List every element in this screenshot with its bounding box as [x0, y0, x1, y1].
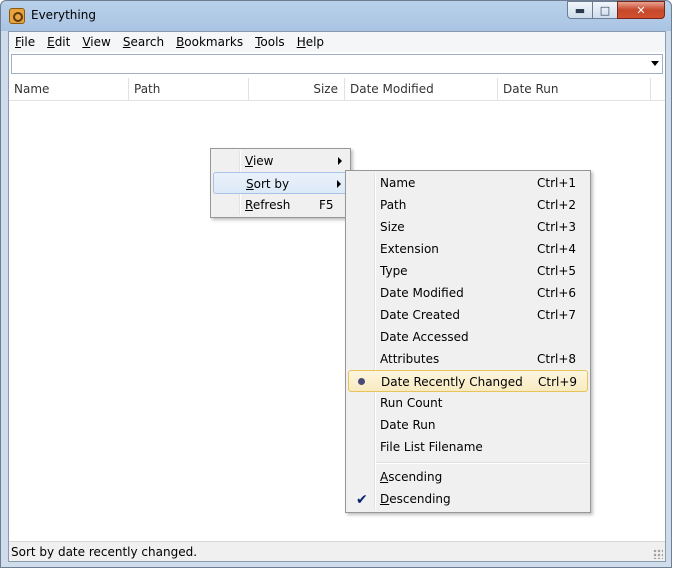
- menu-item-label: Date Modified: [380, 286, 464, 300]
- menu-edit[interactable]: Edit: [41, 32, 76, 52]
- sort-by-submenu: Name Ctrl+1 Path Ctrl+2 Size Ctrl+3 Extension C…: [345, 170, 591, 513]
- sort-menu-item-date-created[interactable]: Date Created Ctrl+7: [348, 304, 588, 326]
- menu-item-shortcut: Ctrl+9: [538, 375, 578, 389]
- title-bar[interactable]: Everything ▬ □ ✕: [1, 1, 673, 31]
- resize-grip-icon[interactable]: [653, 549, 663, 559]
- menu-view[interactable]: View: [76, 32, 116, 52]
- column-path[interactable]: Path: [129, 78, 249, 100]
- menu-item-shortcut: Ctrl+6: [537, 286, 577, 300]
- status-text: Sort by date recently changed.: [11, 545, 198, 559]
- window-title: Everything: [31, 8, 96, 22]
- sort-menu-item-path[interactable]: Path Ctrl+2: [348, 194, 588, 216]
- menu-item-label: Name: [380, 176, 416, 190]
- app-icon[interactable]: [9, 8, 25, 24]
- menu-item-label: Descending: [380, 492, 451, 506]
- menu-item-label: Date Accessed: [380, 330, 469, 344]
- sort-menu-item-date-accessed[interactable]: Date Accessed: [348, 326, 588, 348]
- menu-item-label: Type: [380, 264, 408, 278]
- column-date-modified[interactable]: Date Modified: [345, 78, 498, 100]
- context-menu: View Sort by Refresh F5: [210, 148, 351, 218]
- sort-menu-item-extension[interactable]: Extension Ctrl+4: [348, 238, 588, 260]
- sort-menu-item-name[interactable]: Name Ctrl+1: [348, 172, 588, 194]
- sort-menu-item-descending[interactable]: ✔ Descending: [348, 488, 588, 510]
- menu-item-label: Size: [380, 220, 405, 234]
- menu-separator: [376, 462, 588, 464]
- sort-menu-item-date-run[interactable]: Date Run: [348, 414, 588, 436]
- menu-help[interactable]: Help: [291, 32, 330, 52]
- submenu-arrow-icon: [337, 180, 341, 188]
- menu-item-label: File List Filename: [380, 440, 483, 454]
- menu-item-shortcut: Ctrl+4: [537, 242, 577, 256]
- sort-menu-item-size[interactable]: Size Ctrl+3: [348, 216, 588, 238]
- menu-item-shortcut: Ctrl+8: [537, 352, 577, 366]
- menu-search[interactable]: Search: [117, 32, 170, 52]
- column-date-run[interactable]: Date Run: [498, 78, 651, 100]
- menu-item-label: Run Count: [380, 396, 443, 410]
- sort-menu-item-type[interactable]: Type Ctrl+5: [348, 260, 588, 282]
- sort-menu-item-date-recently-changed[interactable]: Date Recently Changed Ctrl+9: [348, 370, 588, 392]
- status-bar: Sort by date recently changed.: [9, 541, 665, 561]
- chevron-down-icon[interactable]: [651, 61, 659, 66]
- menu-file[interactable]: File: [9, 32, 41, 52]
- maximize-button[interactable]: □: [592, 1, 618, 19]
- menu-bar: File Edit View Search Bookmarks Tools He…: [9, 32, 665, 52]
- menu-item-shortcut: Ctrl+1: [537, 176, 577, 190]
- sort-menu-item-ascending[interactable]: Ascending: [348, 466, 588, 488]
- sort-menu-item-file-list-filename[interactable]: File List Filename: [348, 436, 588, 458]
- minimize-icon: ▬: [574, 3, 586, 17]
- minimize-button[interactable]: ▬: [567, 1, 593, 19]
- menu-item-label: Ascending: [380, 470, 443, 484]
- sort-menu-item-run-count[interactable]: Run Count: [348, 392, 588, 414]
- context-menu-item-sort-by[interactable]: Sort by: [213, 172, 348, 194]
- sort-menu-item-attributes[interactable]: Attributes Ctrl+8: [348, 348, 588, 370]
- column-header: Name Path Size Date Modified Date Run: [9, 78, 665, 101]
- checkmark-icon: ✔: [356, 492, 368, 508]
- radio-bullet-icon: [358, 378, 365, 385]
- sort-menu-item-date-modified[interactable]: Date Modified Ctrl+6: [348, 282, 588, 304]
- menu-item-label: Date Recently Changed: [381, 375, 523, 389]
- menu-item-label: Path: [380, 198, 407, 212]
- close-icon: ✕: [636, 3, 646, 17]
- column-size[interactable]: Size: [249, 78, 345, 100]
- menu-item-label: Extension: [380, 242, 439, 256]
- menu-item-label: Date Created: [380, 308, 460, 322]
- context-menu-item-refresh[interactable]: Refresh F5: [213, 194, 348, 216]
- submenu-arrow-icon: [338, 157, 342, 165]
- maximize-icon: □: [599, 3, 611, 17]
- menu-item-shortcut: Ctrl+2: [537, 198, 577, 212]
- menu-item-shortcut: Ctrl+5: [537, 264, 577, 278]
- menu-item-shortcut: Ctrl+3: [537, 220, 577, 234]
- menu-item-shortcut: Ctrl+7: [537, 308, 577, 322]
- column-name[interactable]: Name: [9, 78, 129, 100]
- shortcut: F5: [319, 198, 334, 212]
- menu-item-label: Date Run: [380, 418, 436, 432]
- search-input[interactable]: [11, 54, 663, 74]
- menu-tools[interactable]: Tools: [249, 32, 291, 52]
- context-menu-item-view[interactable]: View: [213, 150, 348, 172]
- close-button[interactable]: ✕: [617, 1, 665, 19]
- menu-item-label: Attributes: [380, 352, 440, 366]
- menu-bookmarks[interactable]: Bookmarks: [170, 32, 249, 52]
